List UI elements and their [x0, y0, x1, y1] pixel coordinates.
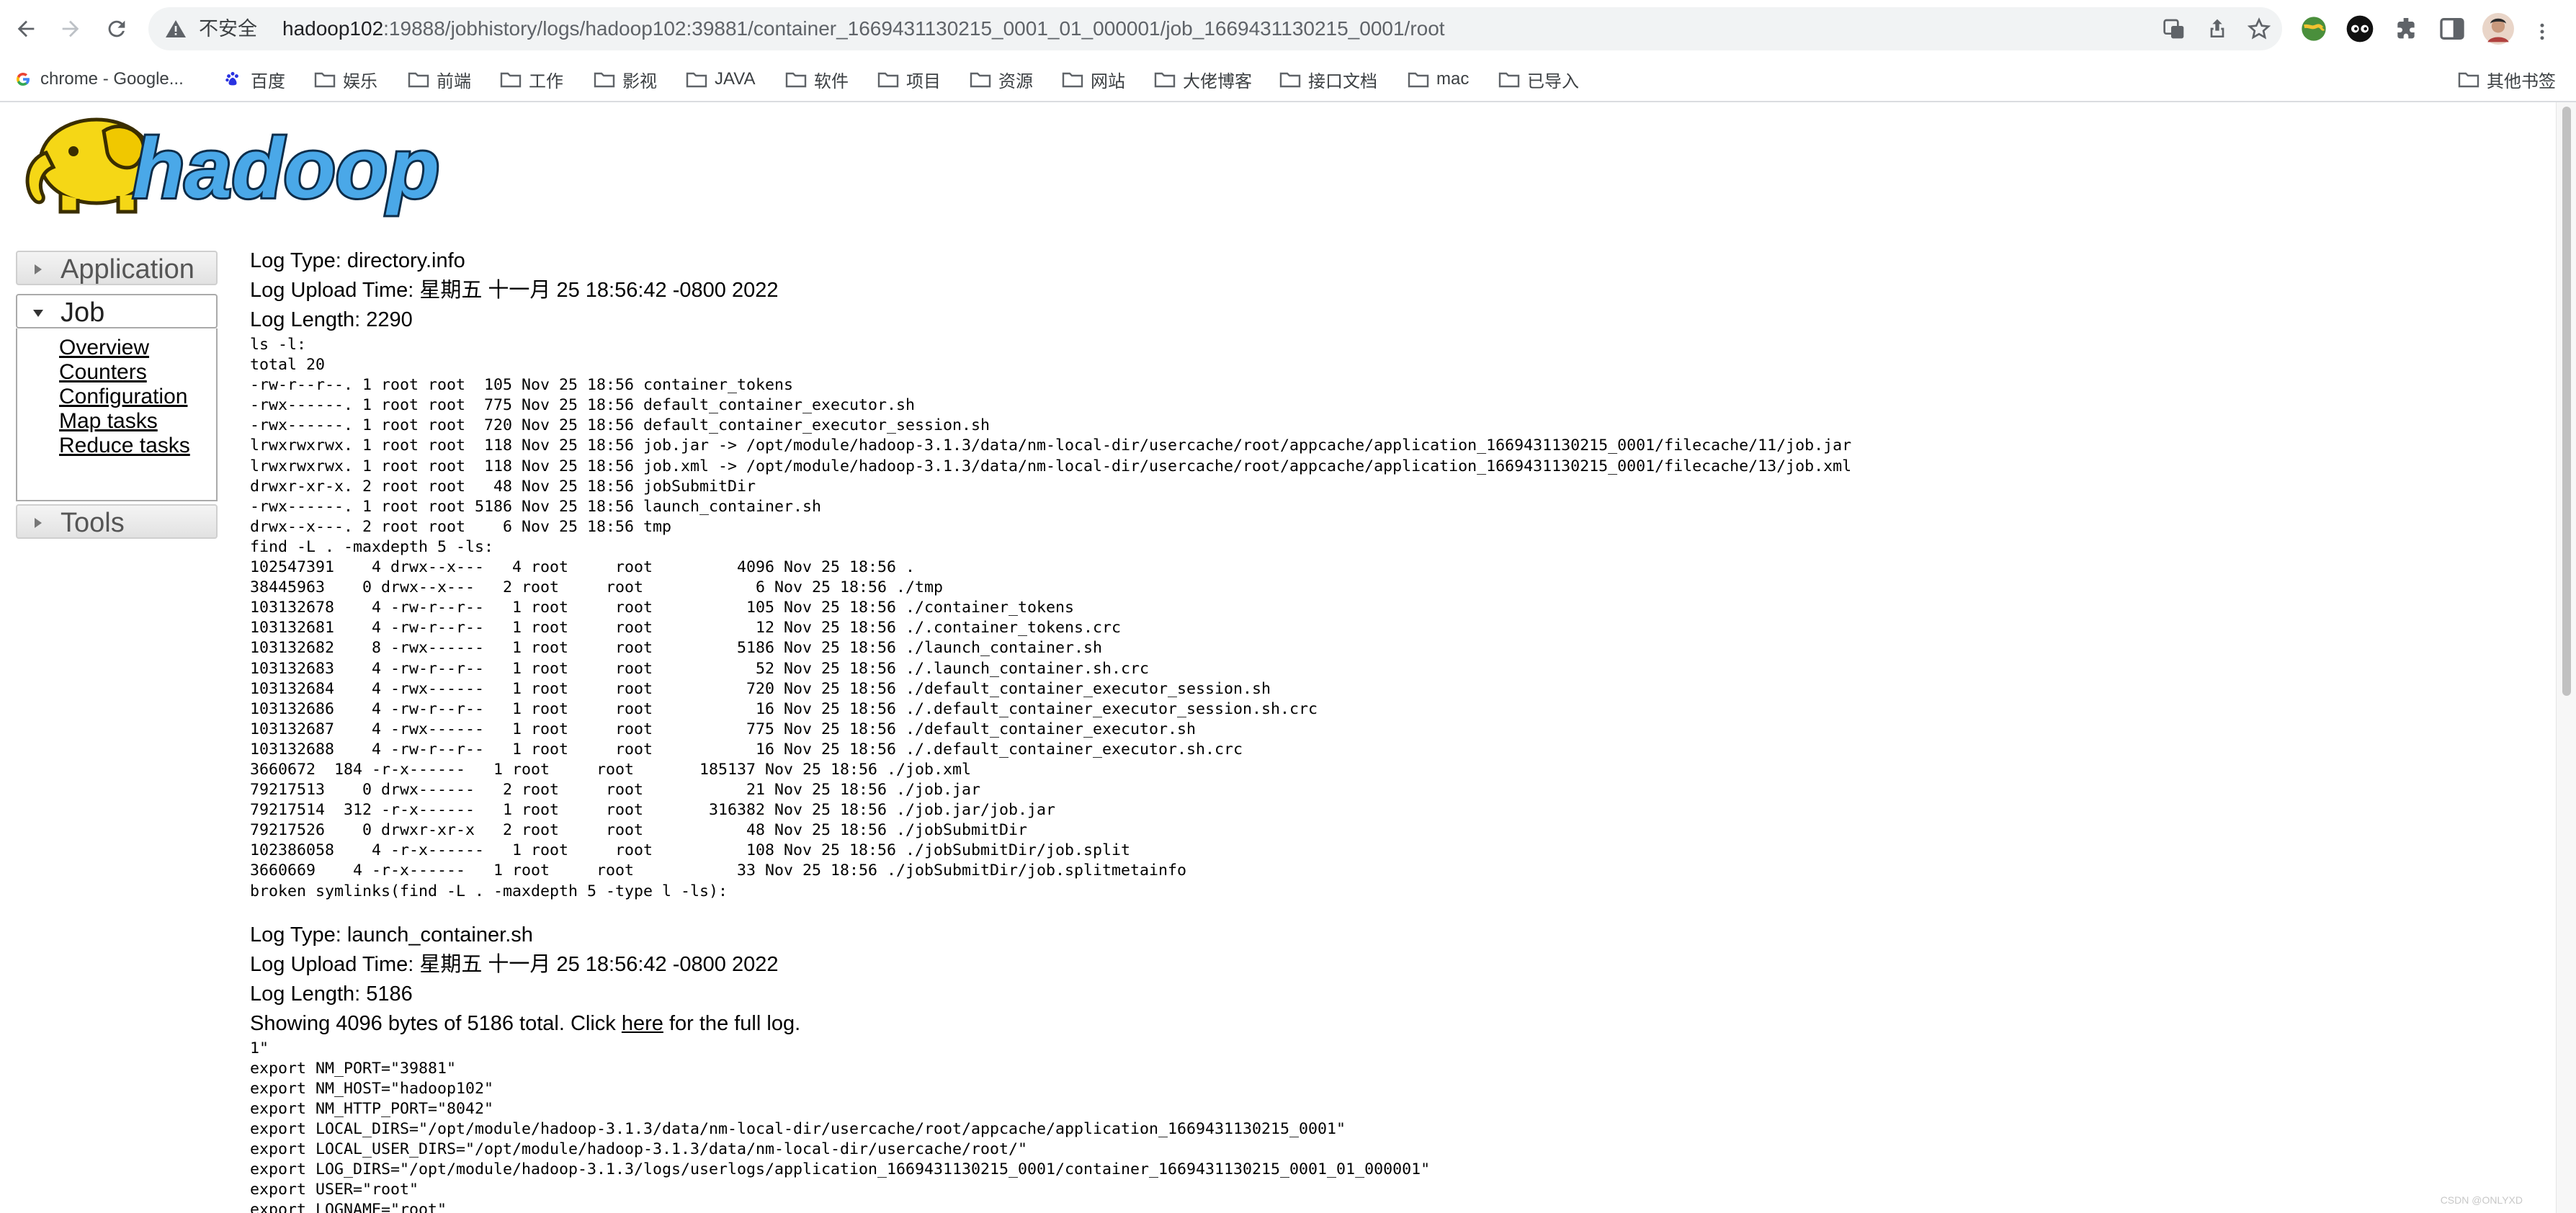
log-content: Log Type: directory.info Log Upload Time… — [250, 246, 2541, 1213]
url-text[interactable]: hadoop102:19888/jobhistory/logs/hadoop10… — [282, 17, 1445, 40]
nav-application-header[interactable]: Application — [16, 251, 218, 285]
nav-job-panel: Overview Counters Configuration Map task… — [16, 328, 218, 501]
reload-button[interactable] — [101, 13, 133, 45]
vertical-scrollbar[interactable] — [2556, 102, 2576, 1213]
bookmark-folder[interactable]: 接口文档 — [1279, 66, 1377, 92]
share-icon[interactable] — [2206, 17, 2229, 40]
folder-icon — [1062, 72, 1083, 88]
browser-toolbar: 不安全 hadoop102:19888/jobhistory/logs/hado… — [0, 0, 2576, 58]
forward-button[interactable] — [55, 13, 86, 45]
bookmark-folder[interactable]: mac — [1408, 66, 1469, 92]
log-length: Log Length: 5186 — [250, 982, 413, 1006]
translate-icon[interactable] — [2163, 17, 2186, 40]
nav-link-reduce-tasks[interactable]: Reduce tasks — [59, 434, 216, 458]
folder-icon — [2458, 72, 2479, 88]
nav-job-header[interactable]: Job — [16, 294, 218, 328]
hadoop-logo[interactable]: hadoop — [17, 109, 450, 218]
bookmark-folder[interactable]: 项目 — [877, 66, 941, 92]
bookmark-folder[interactable]: 已导入 — [1498, 66, 1579, 92]
nav-link-overview[interactable]: Overview — [59, 336, 216, 360]
extensions-puzzle-icon[interactable] — [2392, 14, 2420, 43]
page-viewport: hadoop Application Job Overview Counters… — [0, 102, 2556, 1213]
bookmark-item[interactable]: chrome - Google... — [14, 66, 184, 92]
collapsed-triangle-icon — [35, 518, 42, 528]
log-truncation-notice: Showing 4096 bytes of 5186 total. Click … — [250, 1011, 801, 1035]
reload-icon — [108, 20, 125, 37]
profile-avatar[interactable] — [2482, 13, 2514, 45]
scrollbar-thumb[interactable] — [2562, 107, 2571, 696]
bookmark-folder[interactable]: 软件 — [785, 66, 849, 92]
bookmark-folder[interactable]: 工作 — [500, 66, 563, 92]
folder-icon — [686, 72, 707, 88]
nav-link-map-tasks[interactable]: Map tasks — [59, 409, 216, 434]
bookmark-folder[interactable]: 前端 — [408, 66, 471, 92]
bookmark-folder[interactable]: 网站 — [1062, 66, 1125, 92]
side-panel-icon[interactable] — [2438, 14, 2467, 43]
address-bar[interactable]: 不安全 hadoop102:19888/jobhistory/logs/hado… — [148, 7, 2282, 50]
folder-icon — [1154, 72, 1176, 88]
back-button[interactable] — [10, 13, 42, 45]
nav-link-configuration[interactable]: Configuration — [59, 385, 216, 409]
bookmark-folder[interactable]: 影视 — [594, 66, 657, 92]
other-bookmarks-folder[interactable]: 其他书签 — [2458, 66, 2556, 92]
folder-icon — [500, 72, 522, 88]
folder-icon — [1279, 72, 1301, 88]
extension-globe-icon[interactable] — [2299, 14, 2328, 43]
not-secure-label[interactable]: 不安全 — [199, 17, 257, 40]
folder-icon — [1408, 72, 1429, 88]
log-upload-time: Log Upload Time: 星期五 十一月 25 18:56:42 -08… — [250, 952, 779, 976]
log-body-launch-container: 1" export NM_PORT="39881" export NM_HOST… — [250, 1039, 1431, 1213]
log-type: Log Type: launch_container.sh — [250, 923, 533, 946]
folder-icon — [594, 72, 615, 88]
bookmark-folder[interactable]: JAVA — [686, 66, 755, 92]
bookmark-folder[interactable]: 大佬博客 — [1154, 66, 1252, 92]
expanded-triangle-icon — [33, 310, 43, 317]
bookmarks-bar: chrome - Google... 百度 娱乐 前端 工作 影视 JAVA 软… — [0, 58, 2576, 102]
folder-icon — [877, 72, 899, 88]
nav-link-counters[interactable]: Counters — [59, 360, 216, 385]
folder-icon — [785, 72, 807, 88]
bookmark-folder[interactable]: 资源 — [970, 66, 1033, 92]
back-arrow-icon — [17, 20, 35, 37]
collapsed-triangle-icon — [35, 264, 42, 274]
warning-icon — [166, 20, 186, 37]
baidu-paw-icon — [225, 71, 238, 86]
log-body-directory-info: ls -l: total 20 -rw-r--r--. 1 root root … — [250, 336, 1852, 900]
bookmark-item[interactable]: 百度 — [223, 66, 285, 92]
bookmark-folder[interactable]: 娱乐 — [314, 66, 377, 92]
log-upload-time: Log Upload Time: 星期五 十一月 25 18:56:42 -08… — [250, 279, 779, 302]
hadoop-wordmark: hadoop — [133, 121, 439, 216]
folder-icon — [314, 72, 336, 88]
browser-chrome: 不安全 hadoop102:19888/jobhistory/logs/hado… — [0, 0, 2576, 102]
log-length: Log Length: 2290 — [250, 308, 413, 331]
nav-tools-header[interactable]: Tools — [16, 504, 218, 539]
full-log-link[interactable]: here — [622, 1012, 663, 1035]
log-type: Log Type: directory.info — [250, 249, 465, 272]
google-g-icon — [17, 73, 30, 86]
forward-arrow-icon — [62, 20, 79, 37]
folder-icon — [1498, 72, 1520, 88]
watermark: CSDN @ONLYXD — [2440, 1194, 2523, 1206]
folder-icon — [408, 72, 429, 88]
folder-icon — [970, 72, 991, 88]
menu-kebab-icon[interactable] — [2531, 17, 2553, 46]
bookmark-star-icon[interactable] — [2248, 17, 2271, 40]
extension-eyes-icon[interactable] — [2345, 14, 2374, 43]
